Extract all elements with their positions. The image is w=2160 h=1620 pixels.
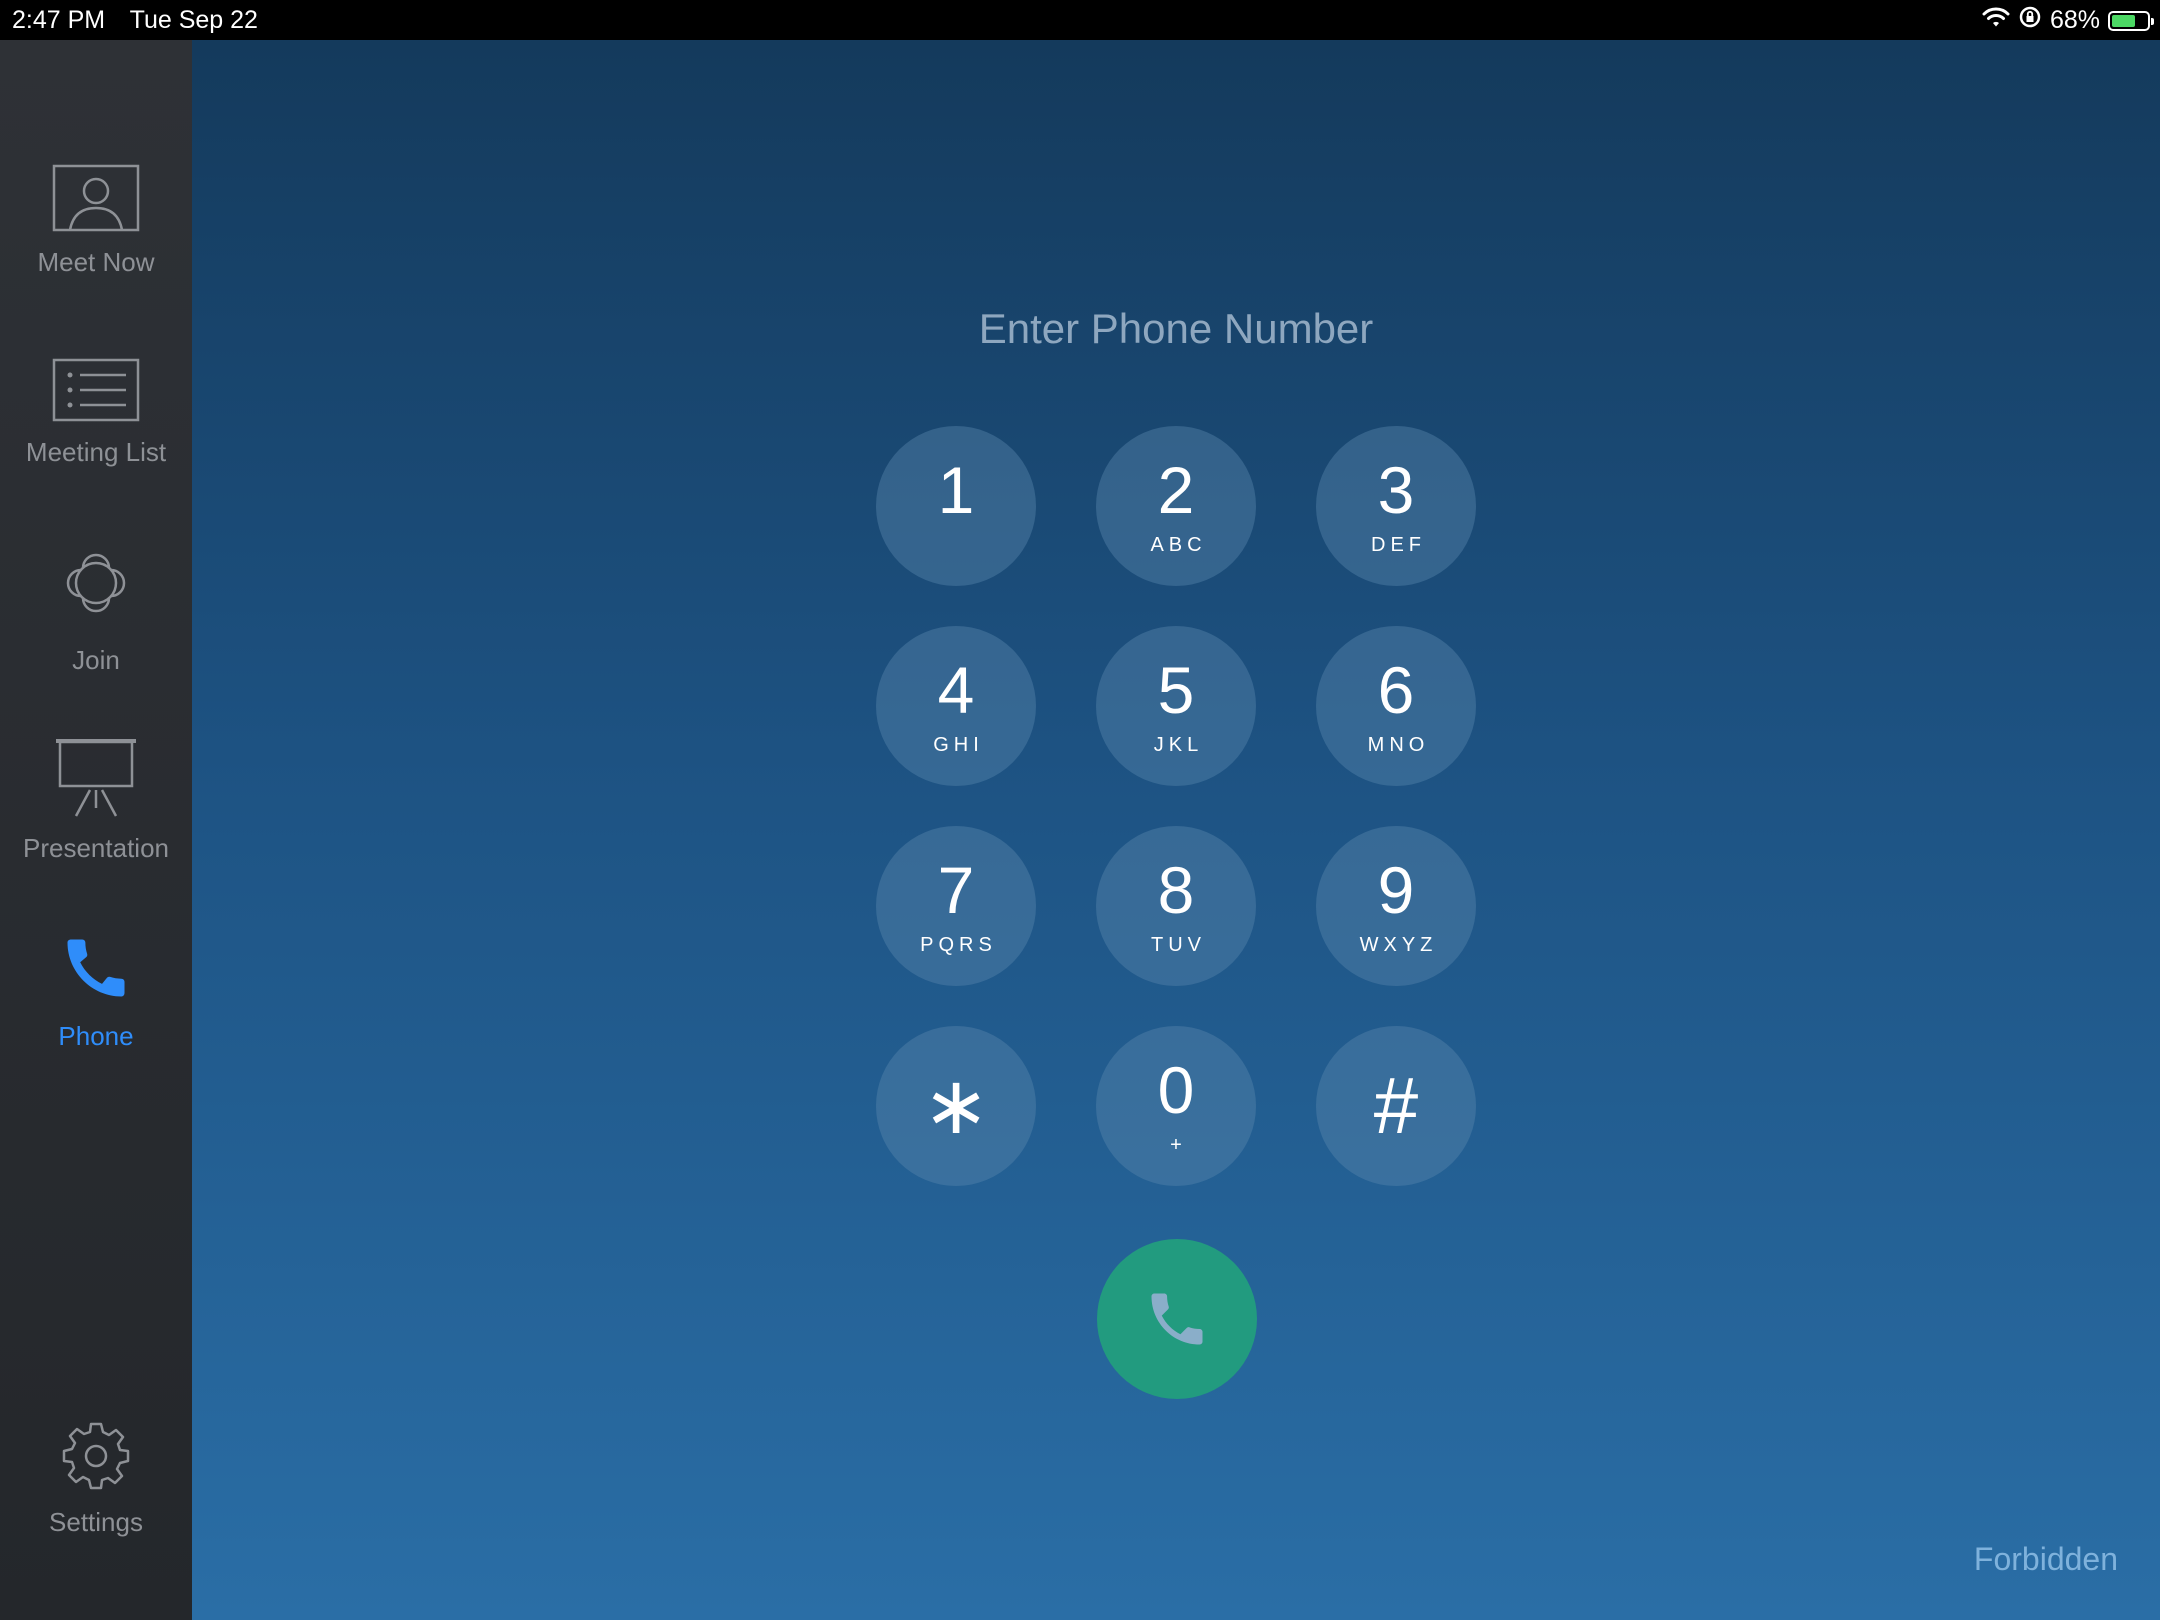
battery-tip xyxy=(2151,17,2154,25)
sidebar-item-label: Phone xyxy=(58,1021,134,1051)
status-time: 2:47 PM xyxy=(12,6,106,34)
dialer-panel: Enter Phone Number 1 2 ABC 3 DEF 4 GHI 5… xyxy=(192,40,2160,1620)
dial-key-4[interactable]: 4 GHI xyxy=(876,626,1036,786)
key-letters: PQRS xyxy=(920,934,997,956)
key-digit: 1 xyxy=(937,453,975,527)
person-icon xyxy=(0,164,192,239)
key-digit: 7 xyxy=(937,853,975,927)
battery-icon xyxy=(2108,10,2154,31)
key-letters: + xyxy=(1170,1134,1187,1156)
dial-key-1[interactable]: 1 xyxy=(876,426,1036,586)
key-digit: 5 xyxy=(1157,653,1195,727)
dial-key-7[interactable]: 7 PQRS xyxy=(876,826,1036,986)
key-letters: WXYZ xyxy=(1359,934,1438,956)
sidebar-item-join[interactable]: Join xyxy=(0,536,192,676)
key-digit: 0 xyxy=(1157,1053,1195,1127)
sidebar-item-label: Presentation xyxy=(23,833,169,863)
orientation-lock-icon xyxy=(2018,5,2042,36)
sidebar-item-phone[interactable]: Phone xyxy=(0,930,192,1052)
call-button[interactable] xyxy=(1097,1239,1257,1399)
sidebar: Meet Now Meeting List Join Presentation … xyxy=(0,40,192,1620)
list-icon xyxy=(0,358,192,429)
key-letters: MNO xyxy=(1367,734,1430,756)
key-letters: ABC xyxy=(1150,534,1207,556)
presentation-icon xyxy=(0,738,192,825)
dial-key-8[interactable]: 8 TUV xyxy=(1096,826,1256,986)
status-date: Tue Sep 22 xyxy=(129,6,258,34)
phone-number-input[interactable]: Enter Phone Number xyxy=(192,305,2160,353)
battery-percent: 68% xyxy=(2049,6,2100,34)
dial-key-star[interactable]: ∗ xyxy=(876,1026,1036,1186)
key-digit: 8 xyxy=(1157,853,1195,927)
join-icon xyxy=(0,536,192,637)
key-digit: ∗ xyxy=(922,1061,990,1150)
dial-key-5[interactable]: 5 JKL xyxy=(1096,626,1256,786)
sidebar-item-label: Settings xyxy=(49,1507,143,1537)
key-letters: JKL xyxy=(1153,734,1204,756)
sidebar-item-label: Meet Now xyxy=(37,247,155,277)
dial-key-0[interactable]: 0 + xyxy=(1096,1026,1256,1186)
key-letters: TUV xyxy=(1151,934,1206,956)
screen: 2:47 PM Tue Sep 22 68% Meet Now Meeting … xyxy=(0,0,2160,1620)
key-letters: DEF xyxy=(1371,534,1426,556)
status-right: 68% xyxy=(1982,5,2154,36)
key-digit: # xyxy=(1373,1061,1419,1150)
key-digit: 4 xyxy=(937,653,975,727)
wifi-icon xyxy=(1982,6,2010,35)
status-message: Forbidden xyxy=(1973,1541,2118,1577)
dial-key-3[interactable]: 3 DEF xyxy=(1316,426,1476,586)
dial-key-2[interactable]: 2 ABC xyxy=(1096,426,1256,586)
sidebar-item-label: Join xyxy=(72,645,120,675)
gear-icon xyxy=(0,1420,192,1499)
sidebar-item-meeting-list[interactable]: Meeting List xyxy=(0,358,192,468)
key-digit: 6 xyxy=(1377,653,1415,727)
sidebar-item-meet-now[interactable]: Meet Now xyxy=(0,164,192,278)
key-digit: 2 xyxy=(1157,453,1195,527)
key-digit: 3 xyxy=(1377,453,1415,527)
status-left: 2:47 PM Tue Sep 22 xyxy=(12,6,276,35)
dial-key-hash[interactable]: # xyxy=(1316,1026,1476,1186)
status-bar: 2:47 PM Tue Sep 22 68% xyxy=(0,0,2160,40)
sidebar-item-settings[interactable]: Settings xyxy=(0,1420,192,1538)
phone-icon xyxy=(0,930,192,1013)
key-digit: 9 xyxy=(1377,853,1415,927)
sidebar-item-presentation[interactable]: Presentation xyxy=(0,738,192,864)
dial-key-6[interactable]: 6 MNO xyxy=(1316,626,1476,786)
dial-key-9[interactable]: 9 WXYZ xyxy=(1316,826,1476,986)
key-letters: GHI xyxy=(933,734,984,756)
battery-fill xyxy=(2112,14,2135,27)
sidebar-item-label: Meeting List xyxy=(25,437,167,467)
